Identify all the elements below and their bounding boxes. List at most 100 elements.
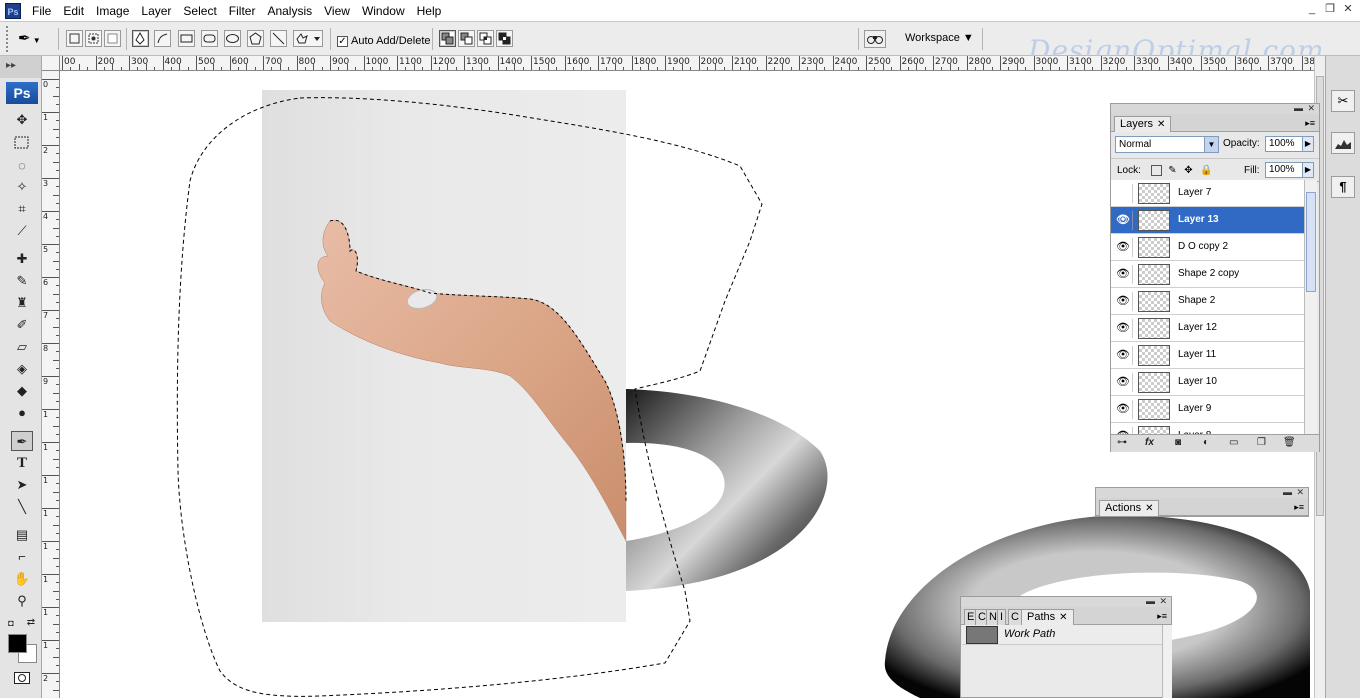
adjustment-layer-icon[interactable]: ◐ [1203, 437, 1209, 448]
layer-row[interactable]: Layer 7 [1111, 180, 1304, 207]
ruler-origin[interactable] [42, 56, 60, 71]
vertical-ruler[interactable]: 01234567891111111122 [42, 71, 60, 698]
eye-icon[interactable]: 👁 [1114, 346, 1133, 365]
add-mask-icon[interactable]: ◙ [1175, 437, 1181, 448]
shape-layers-mode-icon[interactable] [66, 30, 83, 47]
layer-row[interactable]: 👁 Shape 2 [1111, 288, 1304, 315]
close-icon[interactable]: ✕ [1157, 119, 1165, 130]
swap-colors-icon[interactable]: ⇄ [24, 613, 38, 633]
panel-close-icon[interactable]: ✕ [1296, 487, 1304, 498]
lock-position-icon[interactable]: ✥ [1183, 165, 1194, 176]
menu-select[interactable]: Select [177, 4, 222, 18]
paragraph-dock-icon[interactable]: ¶ [1331, 176, 1355, 198]
paths-scrollbar[interactable] [1162, 625, 1172, 698]
menu-filter[interactable]: Filter [223, 4, 262, 18]
panel-minimize-icon[interactable]: ▬ [1294, 103, 1303, 113]
layer-row[interactable]: 👁 Layer 13 [1111, 207, 1304, 234]
horizontal-ruler[interactable]: 00 200 300 400 500 600 700 800 900 1000 1100 1200 13… [60, 56, 1314, 71]
eye-icon[interactable]: 👁 [1114, 319, 1133, 338]
tab-collapsed[interactable]: C [1008, 609, 1022, 625]
new-layer-icon[interactable]: ❐ [1257, 437, 1266, 448]
menu-file[interactable]: File [26, 4, 57, 18]
new-group-icon[interactable]: ▭ [1229, 437, 1238, 448]
close-icon[interactable]: ✕ [1059, 612, 1067, 623]
opacity-input[interactable]: 100% [1265, 136, 1303, 152]
paths-panel-titlebar[interactable]: ▬ ✕ [961, 596, 1171, 607]
close-button[interactable]: ✕ [1340, 3, 1356, 17]
history-brush-tool-icon[interactable]: ✐ [11, 315, 33, 335]
photoshop-logo[interactable]: Ps [6, 82, 38, 104]
eye-icon[interactable]: 👁 [1114, 427, 1133, 434]
blur-tool-icon[interactable]: ◆ [11, 381, 33, 401]
eye-icon[interactable]: 👁 [1114, 400, 1133, 419]
eye-icon[interactable]: 👁 [1114, 238, 1133, 257]
panel-menu-icon[interactable]: ▸≡ [1294, 502, 1304, 513]
rectangle-tool-icon[interactable] [178, 30, 195, 47]
workspace-menu[interactable]: Workspace ▼ [905, 32, 974, 44]
pen-tool-icon[interactable] [132, 30, 149, 47]
menu-image[interactable]: Image [90, 4, 135, 18]
minimize-button[interactable]: _ [1304, 3, 1320, 17]
move-tool-icon[interactable]: ✥ [11, 110, 33, 130]
type-tool-icon[interactable]: T [11, 453, 33, 473]
path-selection-tool-icon[interactable]: ➤ [11, 475, 33, 495]
path-list-item[interactable]: Work Path [962, 625, 1162, 645]
slice-tool-icon[interactable]: ⟋ [11, 221, 33, 241]
panel-menu-icon[interactable]: ▸≡ [1157, 611, 1167, 622]
layer-row[interactable]: 👁 Shape 2 copy [1111, 261, 1304, 288]
hand-tool-icon[interactable]: ✋ [11, 569, 33, 589]
exclude-overlapping-shape-areas-icon[interactable] [496, 30, 513, 47]
magic-wand-tool-icon[interactable]: ✧ [11, 177, 33, 197]
menu-window[interactable]: Window [356, 4, 411, 18]
blend-mode-select[interactable]: Normal ▼ [1115, 136, 1219, 153]
eraser-tool-icon[interactable]: ▱ [11, 337, 33, 357]
eye-hidden-icon[interactable] [1114, 184, 1133, 203]
paths-mode-icon[interactable] [85, 30, 102, 47]
lock-transparency-icon[interactable] [1151, 165, 1162, 176]
layer-style-icon[interactable]: fx [1145, 437, 1154, 448]
paint-bucket-tool-icon[interactable]: ◈ [11, 359, 33, 379]
dodge-tool-icon[interactable]: ● [11, 403, 33, 423]
opacity-slider-arrow-icon[interactable]: ▶ [1302, 136, 1314, 152]
eye-icon[interactable]: 👁 [1114, 292, 1133, 311]
eyedropper-tool-icon[interactable]: ⌐ [11, 547, 33, 567]
ellipse-tool-icon[interactable] [224, 30, 241, 47]
intersect-shape-areas-icon[interactable] [477, 30, 494, 47]
eye-icon[interactable]: 👁 [1114, 211, 1133, 230]
tab-layers[interactable]: Layers ✕ [1114, 116, 1172, 132]
pen-tool-preset-icon[interactable]: ✒ ▼ [18, 29, 50, 47]
fill-input[interactable]: 100% [1265, 162, 1303, 178]
subtract-from-shape-area-icon[interactable] [458, 30, 475, 47]
foreground-color-swatch[interactable] [8, 634, 27, 653]
add-to-shape-area-icon[interactable] [439, 30, 456, 47]
eye-icon[interactable]: 👁 [1114, 373, 1133, 392]
quick-mask-icon[interactable] [11, 668, 33, 688]
tab-actions[interactable]: Actions ✕ [1099, 500, 1160, 516]
auto-add-delete-check[interactable]: ✓ [337, 35, 348, 47]
healing-brush-tool-icon[interactable]: ✚ [11, 249, 33, 269]
layer-row[interactable]: 👁 Layer 11 [1111, 342, 1304, 369]
crop-tool-icon[interactable]: ⌗ [11, 199, 33, 219]
menu-edit[interactable]: Edit [57, 4, 90, 18]
custom-shape-tool-icon[interactable] [293, 30, 323, 47]
zoom-tool-icon[interactable]: ⚲ [11, 591, 33, 611]
lasso-tool-icon[interactable]: ◌ [11, 156, 33, 176]
tab-collapsed[interactable]: I [997, 609, 1007, 625]
fill-pixels-mode-icon[interactable] [104, 30, 121, 47]
histogram-dock-icon[interactable] [1331, 132, 1355, 154]
default-colors-icon[interactable]: ◘ [4, 613, 18, 633]
layer-row[interactable]: 👁Layer 8 [1111, 423, 1304, 434]
lock-all-icon[interactable]: 🔒 [1200, 165, 1212, 176]
line-tool-icon[interactable] [270, 30, 287, 47]
close-icon[interactable]: ✕ [1145, 503, 1153, 514]
layer-row[interactable]: 👁 Layer 9 [1111, 396, 1304, 423]
restore-button[interactable]: ❐ [1322, 3, 1338, 17]
panel-close-icon[interactable]: ✕ [1159, 596, 1167, 607]
rounded-rectangle-tool-icon[interactable] [201, 30, 218, 47]
link-layers-icon[interactable]: ⊶ [1117, 437, 1127, 448]
panel-minimize-icon[interactable]: ▬ [1283, 487, 1292, 497]
tool-presets-dock-icon[interactable]: ✂ [1331, 90, 1355, 112]
fill-slider-arrow-icon[interactable]: ▶ [1302, 162, 1314, 178]
polygon-tool-icon[interactable] [247, 30, 264, 47]
options-bar-grip[interactable] [6, 26, 14, 52]
